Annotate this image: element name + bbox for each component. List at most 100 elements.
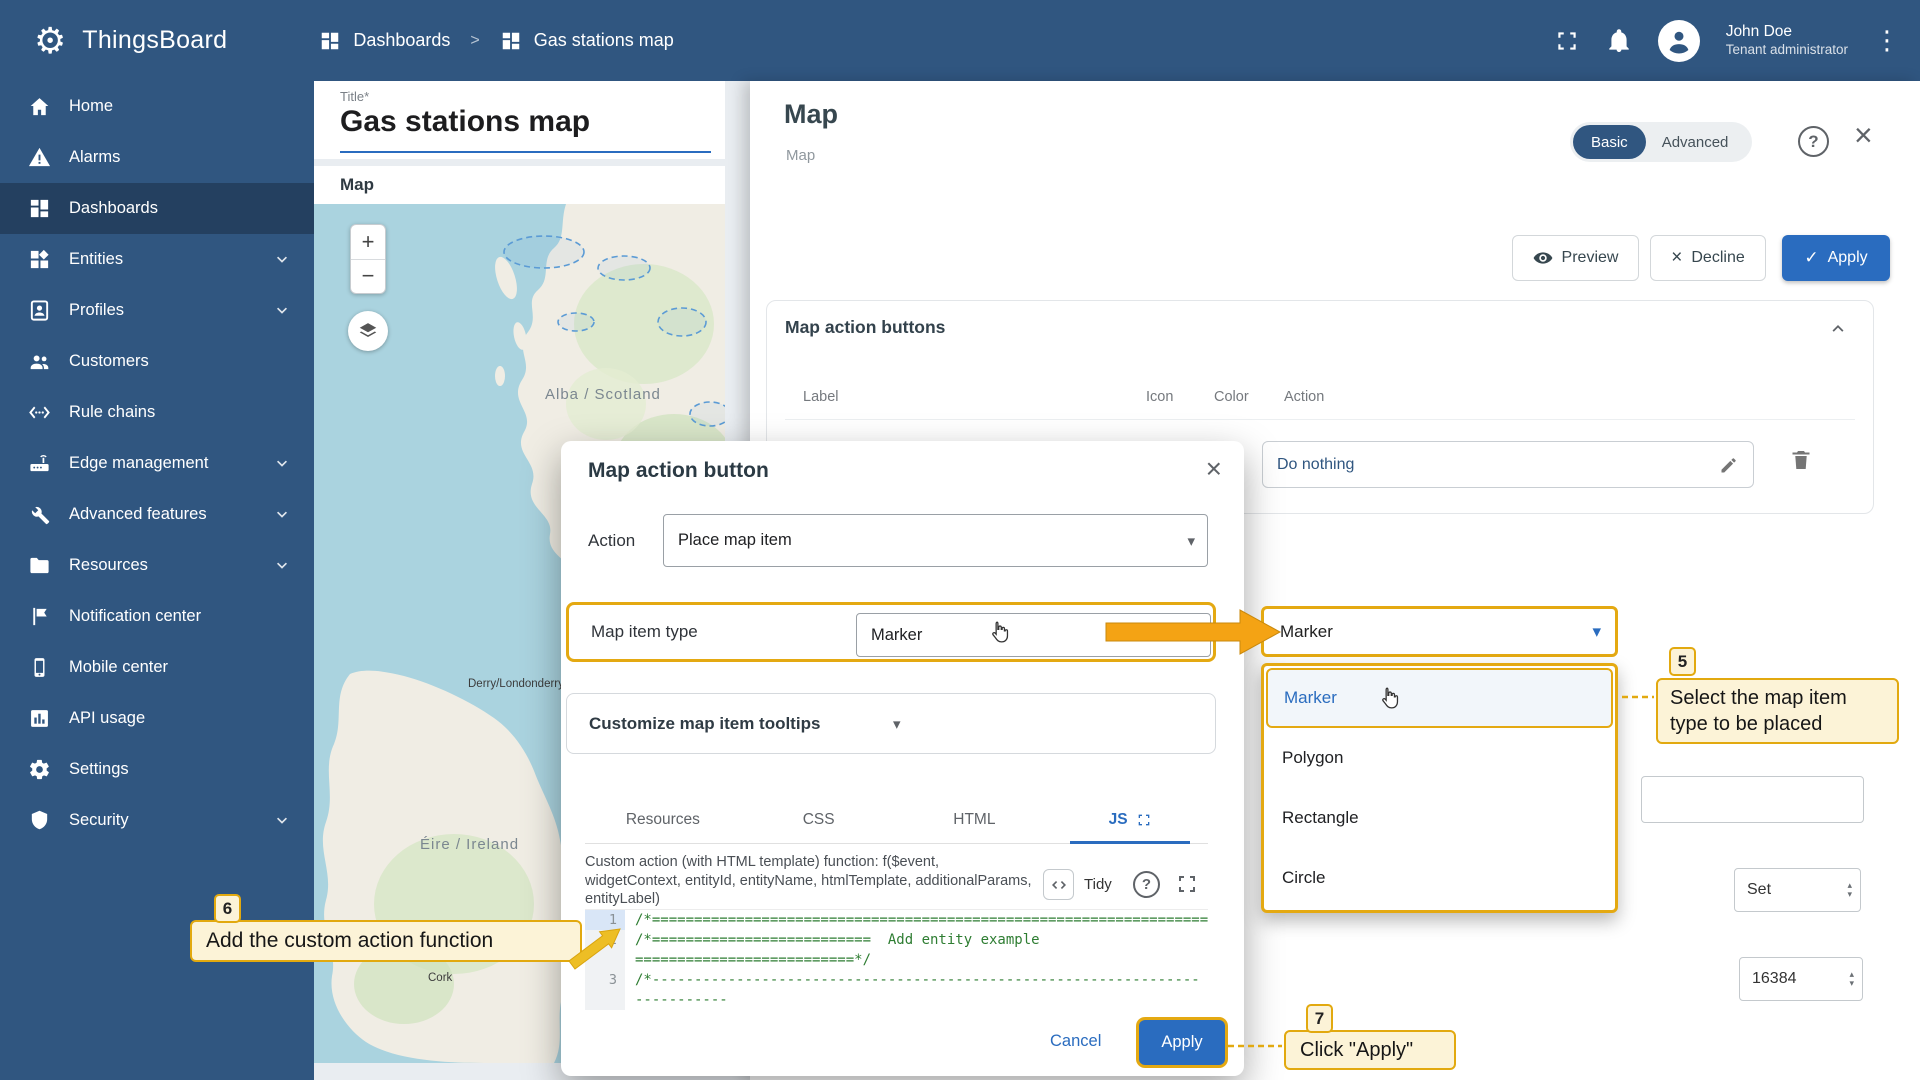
person-icon (1664, 26, 1694, 56)
code-editor[interactable]: 1/*=====================================… (585, 909, 1208, 1016)
code-line: 3/*-------------------------------------… (585, 970, 1208, 1010)
sidebar-item-label: Dashboards (69, 199, 292, 218)
action-select[interactable]: Place map item ▾ (663, 514, 1208, 567)
code-text: /*======================================… (625, 910, 1208, 930)
dashboard-title-input[interactable]: Gas stations map (340, 105, 590, 139)
breadcrumb: Dashboards > Gas stations map (319, 30, 673, 52)
sidebar-item-customers[interactable]: Customers (0, 336, 314, 387)
row-action-select[interactable]: Do nothing (1262, 441, 1754, 488)
toggle-basic[interactable]: Basic (1573, 125, 1646, 159)
selected-value: Marker (1280, 622, 1592, 642)
breadcrumb-separator: > (470, 32, 479, 50)
sidebar-item-label: API usage (69, 709, 292, 728)
map-item-type-combobox[interactable]: Marker ▾ (856, 613, 1211, 657)
apply-button[interactable]: ✓ Apply (1782, 235, 1890, 281)
notification-icon (28, 605, 51, 628)
sidebar-item-security[interactable]: Security (0, 795, 314, 846)
code-line: 2/*========================== Add entity… (585, 930, 1208, 970)
sidebar-item-edge-management[interactable]: Edge management (0, 438, 314, 489)
sidebar-item-label: Advanced features (69, 505, 272, 524)
fullscreen-icon[interactable] (1554, 28, 1580, 54)
alarms-icon (28, 146, 51, 169)
close-icon[interactable]: × (1206, 453, 1222, 485)
sidebar-item-profiles[interactable]: Profiles (0, 285, 314, 336)
app-name: ThingsBoard (82, 26, 227, 55)
sidebar-item-label: Edge management (69, 454, 272, 473)
sidebar-item-settings[interactable]: Settings (0, 744, 314, 795)
dashboards-icon (28, 197, 51, 220)
tab-html[interactable]: HTML (897, 796, 1053, 843)
divider (785, 419, 1855, 420)
stepper-arrows-icon[interactable]: ▴▾ (1849, 970, 1854, 988)
collapse-chevron-icon[interactable] (1827, 317, 1849, 339)
map-layers-button[interactable] (348, 311, 388, 351)
step-badge-6: 6 (214, 894, 241, 923)
sidebar-item-rule-chains[interactable]: Rule chains (0, 387, 314, 438)
notifications-bell-icon[interactable] (1606, 28, 1632, 54)
zoom-out-button[interactable]: − (351, 260, 385, 294)
partial-input-field[interactable] (1641, 776, 1864, 823)
sidebar-item-resources[interactable]: Resources (0, 540, 314, 591)
toggle-advanced[interactable]: Advanced (1646, 134, 1745, 151)
chevron-down-icon (272, 301, 292, 321)
more-menu-icon[interactable]: ⋮ (1874, 25, 1894, 56)
sidebar-item-mobile-center[interactable]: Mobile center (0, 642, 314, 693)
dropdown-option-circle[interactable]: Circle (1266, 848, 1613, 908)
stepper-arrows-icon[interactable]: ▴▾ (1847, 881, 1852, 899)
sidebar-item-dashboards[interactable]: Dashboards (0, 183, 314, 234)
help-icon[interactable]: ? (1798, 126, 1829, 157)
customize-tooltips-section[interactable]: Customize map item tooltips ▾ (566, 693, 1216, 754)
sidebar-item-notification-center[interactable]: Notification center (0, 591, 314, 642)
count-stepper[interactable]: 16384 ▴▾ (1739, 957, 1863, 1001)
edge-icon (28, 452, 51, 475)
settings-icon (28, 758, 51, 781)
breadcrumb-dashboards[interactable]: Dashboards (353, 30, 450, 51)
tab-css[interactable]: CSS (741, 796, 897, 843)
profiles-icon (28, 299, 51, 322)
help-icon[interactable]: ? (1133, 871, 1160, 898)
zoom-in-button[interactable]: + (351, 225, 385, 259)
sidebar-item-label: Security (69, 811, 272, 830)
code-toggle-button[interactable] (1043, 869, 1074, 900)
trash-icon[interactable] (1789, 447, 1813, 473)
sidebar-item-alarms[interactable]: Alarms (0, 132, 314, 183)
entities-icon (28, 248, 51, 271)
decline-button[interactable]: × Decline (1650, 235, 1766, 281)
dropdown-option-marker[interactable]: Marker (1266, 668, 1613, 728)
tidy-button[interactable]: Tidy (1084, 876, 1112, 893)
dropdown-option-rectangle[interactable]: Rectangle (1266, 788, 1613, 848)
pencil-icon[interactable] (1719, 455, 1739, 475)
close-icon[interactable]: × (1854, 117, 1873, 154)
sidebar-item-home[interactable]: Home (0, 81, 314, 132)
map-item-type-select[interactable]: Marker ▾ (1261, 606, 1618, 657)
map-widget-title: Map (340, 175, 374, 195)
preview-button[interactable]: Preview (1512, 235, 1639, 281)
section-title: Map action buttons (785, 317, 945, 338)
chevron-down-icon (272, 250, 292, 270)
fullscreen-editor-icon[interactable] (1175, 872, 1199, 896)
cancel-button[interactable]: Cancel (1050, 1032, 1101, 1051)
code-text: /*========================== Add entity … (625, 930, 1208, 970)
sidebar-item-advanced-features[interactable]: Advanced features (0, 489, 314, 540)
action-label: Action (588, 531, 635, 551)
line-number: 1 (585, 910, 625, 930)
sidebar-item-entities[interactable]: Entities (0, 234, 314, 285)
chevron-down-icon (272, 556, 292, 576)
user-info: John Doe Tenant administrator (1726, 22, 1848, 58)
tab-resources[interactable]: Resources (585, 796, 741, 843)
close-icon: × (1671, 247, 1682, 269)
set-stepper[interactable]: Set ▴▾ (1734, 868, 1861, 912)
check-icon: ✓ (1804, 248, 1818, 268)
tab-js[interactable]: JS (1052, 796, 1208, 843)
dialog-apply-button[interactable]: Apply (1139, 1020, 1225, 1065)
dropdown-option-polygon[interactable]: Polygon (1266, 728, 1613, 788)
expand-icon (1136, 812, 1152, 828)
sidebar-item-label: Entities (69, 250, 272, 269)
step-badge-7: 7 (1306, 1004, 1333, 1033)
avatar[interactable] (1658, 20, 1700, 62)
caret-down-icon: ▾ (1190, 626, 1198, 644)
breadcrumb-current: Gas stations map (534, 30, 674, 51)
advanced-icon (28, 503, 51, 526)
user-name: John Doe (1726, 22, 1848, 41)
sidebar-item-api-usage[interactable]: API usage (0, 693, 314, 744)
